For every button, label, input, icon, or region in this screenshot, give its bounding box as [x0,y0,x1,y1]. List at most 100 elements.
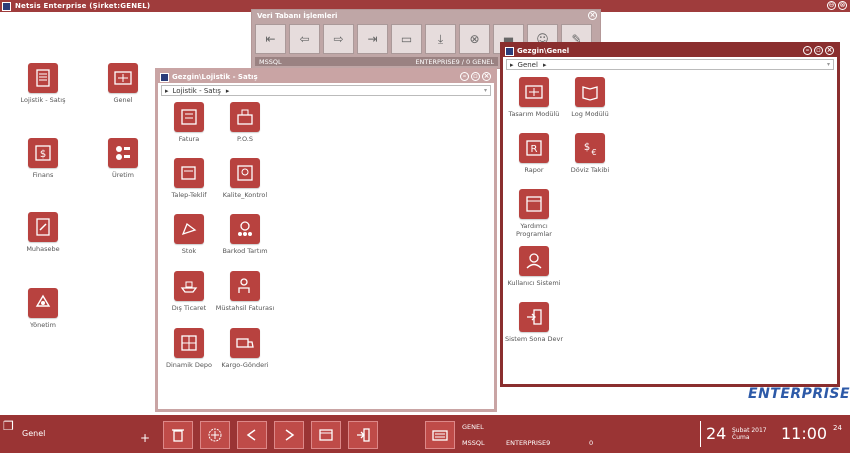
delete-button[interactable] [163,421,193,449]
forward-button[interactable] [274,421,304,449]
desktop-icon-uretim[interactable]: Üretim [93,138,153,179]
cancel-button[interactable]: ⊗ [459,24,490,54]
module-doviz[interactable]: $ € Döviz Takibi [560,133,620,174]
prev-record-button[interactable]: ⇦ [289,24,320,54]
module-label: Log Modülü [571,110,609,118]
new-button[interactable] [200,421,230,449]
breadcrumb[interactable]: ▸ Lojistik - Satış ▸ ▾ [161,85,491,96]
clock-seconds: 24 [833,424,842,432]
breadcrumb-dropdown-icon[interactable]: ▾ [827,61,830,68]
module-label: Fatura [178,135,200,143]
desktop-icon-label: Üretim [112,171,134,179]
db-status-right: ENTERPRISE9 / 0 GENEL [415,57,494,66]
module-log[interactable]: Log Modülü [560,77,620,118]
date-day: 24 [706,424,727,443]
taskbar-current[interactable]: Genel [22,429,45,438]
window-logo-icon [160,72,169,82]
breadcrumb-text: Lojistik - Satış [172,86,221,95]
desktop-icon-muhasebe[interactable]: Muhasebe [13,212,73,253]
recycle-icon [28,288,58,318]
warehouse-icon [174,328,204,358]
windows-button[interactable] [311,421,341,449]
keyboard-button[interactable] [425,421,455,449]
module-yardimci[interactable]: Yardımcı Programlar [504,189,564,238]
breadcrumb-arrow-icon: ▸ [510,60,514,69]
module-mustahsil[interactable]: Müstahsil Faturası [215,271,275,312]
db-toolbar-title-text: Veri Tabanı İşlemleri [257,12,338,20]
first-record-button[interactable]: ⇤ [255,24,286,54]
window-switcher-icon[interactable]: ❐ [3,419,14,433]
svg-text:€: € [591,148,596,157]
window-maximize-button[interactable]: ▫ [814,46,823,55]
module-rapor[interactable]: R Rapor [504,133,564,174]
truck-icon [230,328,260,358]
lojistik-window-title: Gezgin\Lojistik - Satış [172,73,258,81]
desktop-icon-yonetim[interactable]: Yönetim [13,288,73,329]
company-name: GENEL [462,423,484,431]
add-button[interactable]: + [140,431,150,445]
money-icon: $ [28,138,58,168]
exit-icon [357,428,370,442]
module-kalite-kontrol[interactable]: Kalite_Kontrol [215,158,275,199]
document-stack-icon [174,158,204,188]
design-icon [108,63,138,93]
desktop-icon-finans[interactable]: $ Finans [13,138,73,179]
db-number: 0 [589,439,594,447]
svg-text:$: $ [40,149,46,160]
add-circle-icon [208,428,222,442]
report-icon: R [519,133,549,163]
genel-window-title: Gezgin\Genel [517,47,570,55]
db-status-left: MSSQL [259,57,282,66]
arrow-right-icon [285,429,295,441]
back-button[interactable] [237,421,267,449]
svg-text:R: R [531,144,538,155]
window-close-button[interactable]: × [482,72,491,81]
date-weekday: Cuma [732,434,750,441]
module-label: Kalite_Kontrol [222,191,268,199]
user-icon [519,246,549,276]
db-type: MSSQL [462,439,485,447]
ledger-icon [28,212,58,242]
module-barkod-tartim[interactable]: Barkod Tartım [215,214,275,255]
window-logo-icon [505,46,514,56]
minimize-button[interactable]: ⊖ [827,1,836,10]
module-kargo-gonderi[interactable]: Kargo-Gönderi [215,328,275,369]
lojistik-window-titlebar: Gezgin\Lojistik - Satış – ▫ × [158,71,494,83]
breadcrumb-next-icon: ▸ [225,86,230,95]
breadcrumb-text: Genel [517,60,538,69]
arrow-left-icon [246,429,256,441]
module-talep-teklif[interactable]: Talep-Teklif [159,158,219,199]
module-label: Dinamik Depo [166,361,212,369]
invoice-icon [28,63,58,93]
module-tasarim[interactable]: Tasarım Modülü [504,77,564,118]
design-icon [519,77,549,107]
last-record-button[interactable]: ⇥ [357,24,388,54]
open-folder-button[interactable]: ▭ [391,24,422,54]
window-maximize-button[interactable]: ▫ [471,72,480,81]
module-label: P.O.S [236,135,254,143]
module-sistem-devir[interactable]: Sistem Sona Devr [504,302,564,343]
close-button[interactable]: ⊗ [838,1,847,10]
module-label: Yardımcı Programlar [516,222,552,238]
module-kullanici[interactable]: Kullanıcı Sistemi [504,246,564,287]
invoice-icon [174,102,204,132]
window-close-button[interactable]: × [825,46,834,55]
module-dis-ticaret[interactable]: Dış Ticaret [159,271,219,312]
window-minimize-button[interactable]: – [460,72,469,81]
desktop-icon-lojistik[interactable]: Lojistik - Satış [13,63,73,104]
module-dinamik-depo[interactable]: Dinamik Depo [159,328,219,369]
db-toolbar-close-icon[interactable]: × [588,11,597,20]
module-pos[interactable]: P.O.S [215,102,275,143]
window-minimize-button[interactable]: – [803,46,812,55]
exit-button[interactable] [348,421,378,449]
module-label: Talep-Teklif [171,191,207,199]
breadcrumb-dropdown-icon[interactable]: ▾ [484,87,487,94]
forklift-icon [174,214,204,244]
desktop-icon-genel[interactable]: Genel [93,63,153,104]
next-record-button[interactable]: ⇨ [323,24,354,54]
module-label: Kargo-Gönderi [221,361,269,369]
breadcrumb[interactable]: ▸ Genel ▸ ▾ [506,59,834,70]
module-fatura[interactable]: Fatura [159,102,219,143]
download-button[interactable]: ⤓ [425,24,456,54]
module-stok[interactable]: Stok [159,214,219,255]
